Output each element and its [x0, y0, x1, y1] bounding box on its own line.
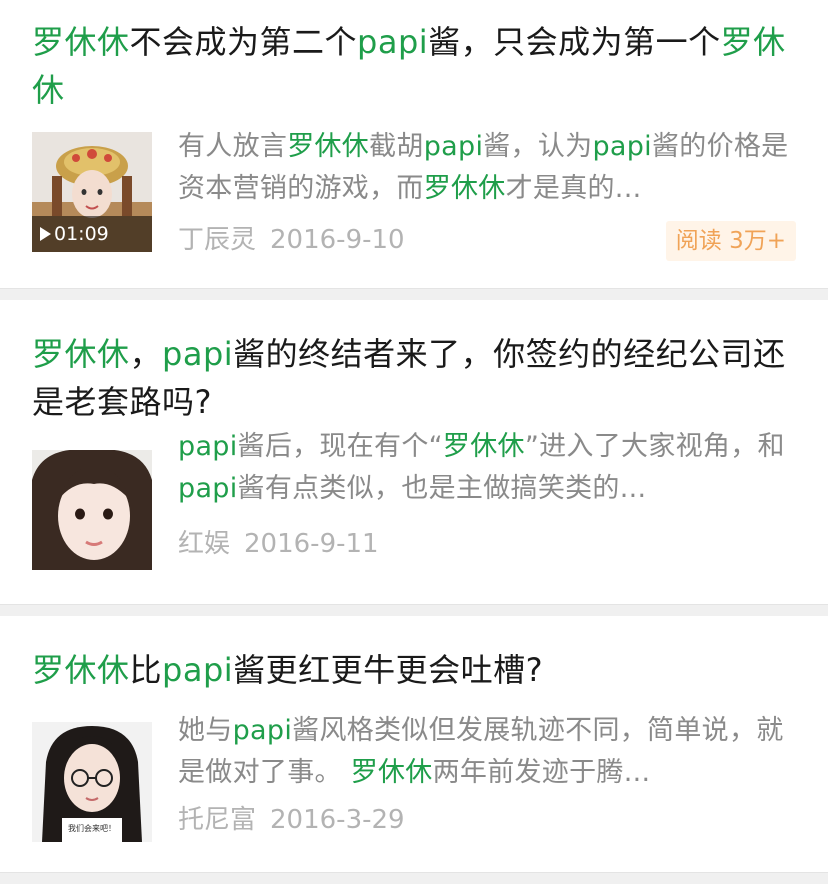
- text-segment: 比: [129, 651, 163, 689]
- article-date: 2016-9-10: [270, 225, 405, 255]
- video-duration-badge: 01:09: [32, 216, 152, 252]
- read-count-badge: 阅读 3万+: [665, 221, 796, 261]
- article-date: 2016-9-11: [244, 529, 379, 559]
- text-segment: 她与: [178, 715, 233, 746]
- text-segment: 酱有点类似，也是主做搞笑类的...: [237, 473, 647, 504]
- text-segment: ，: [129, 335, 163, 373]
- text-segment: 不会成为第二个: [129, 23, 358, 61]
- keyword-highlight: papi: [592, 131, 652, 162]
- keyword-highlight: papi: [178, 473, 238, 504]
- keyword-highlight: 罗休休: [287, 131, 370, 162]
- card-divider: [0, 604, 828, 616]
- article-date: 2016-3-29: [270, 805, 405, 835]
- article-summary: 有人放言罗休休截胡papi酱，认为papi酱的价格是资本营销的游戏，而罗休休才是…: [178, 126, 794, 210]
- article-thumbnail[interactable]: [32, 450, 152, 570]
- article-author: 托尼富: [178, 805, 257, 835]
- text-segment: 酱更红更牛更会吐槽?: [233, 651, 544, 689]
- text-segment: ”进入了大家视角，和: [524, 431, 785, 462]
- text-segment: 酱，只会成为第一个: [428, 23, 721, 61]
- article-meta: 托尼富 2016-3-29: [178, 802, 405, 838]
- article-card[interactable]: 罗休休比papi酱更红更牛更会吐槽? 我们会来吧！ 她与papi酱风格类似但发展…: [0, 616, 828, 872]
- article-title[interactable]: 罗休休不会成为第二个papi酱，只会成为第一个罗休休: [32, 18, 796, 114]
- card-divider: [0, 288, 828, 300]
- card-divider: [0, 872, 828, 884]
- text-segment: 两年前发迹于腾...: [432, 757, 651, 788]
- article-author: 红娱: [178, 529, 231, 559]
- article-meta: 丁辰灵 2016-9-10: [178, 222, 405, 258]
- thumbnail-image: 我们会来吧！: [32, 722, 152, 842]
- article-title[interactable]: 罗休休，papi酱的终结者来了，你签约的经纪公司还是老套路吗?: [32, 330, 796, 426]
- keyword-highlight: papi: [423, 131, 484, 162]
- thumbnail-image: [32, 450, 152, 570]
- play-icon: [40, 227, 51, 241]
- thumbnail-caption: 我们会来吧！: [68, 823, 116, 833]
- article-thumbnail[interactable]: 01:09: [32, 132, 152, 252]
- text-segment: 才是真的...: [505, 173, 642, 204]
- keyword-highlight: 罗休休: [350, 757, 433, 788]
- keyword-highlight: 罗休休: [423, 173, 506, 204]
- keyword-highlight: 罗休休: [32, 23, 130, 61]
- article-card[interactable]: 罗休休不会成为第二个papi酱，只会成为第一个罗休休 01:09 有人放言罗休休…: [0, 0, 828, 288]
- article-summary: papi酱后，现在有个“罗休休”进入了大家视角，和papi酱有点类似，也是主做搞…: [178, 426, 794, 510]
- article-card[interactable]: 罗休休，papi酱的终结者来了，你签约的经纪公司还是老套路吗? papi酱后，现…: [0, 300, 828, 604]
- keyword-highlight: papi: [162, 335, 234, 373]
- keyword-highlight: papi: [162, 651, 234, 689]
- article-feed: 罗休休不会成为第二个papi酱，只会成为第一个罗休休 01:09 有人放言罗休休…: [0, 0, 828, 884]
- text-segment: 酱后，现在有个“: [237, 431, 443, 462]
- article-meta: 红娱 2016-9-11: [178, 526, 379, 562]
- keyword-highlight: 罗休休: [32, 651, 130, 689]
- video-duration: 01:09: [54, 223, 109, 245]
- keyword-highlight: 罗休休: [32, 335, 130, 373]
- article-title[interactable]: 罗休休比papi酱更红更牛更会吐槽?: [32, 646, 796, 694]
- article-author: 丁辰灵: [178, 225, 257, 255]
- text-segment: 酱，认为: [483, 131, 593, 162]
- article-thumbnail[interactable]: 我们会来吧！: [32, 722, 152, 842]
- text-segment: 有人放言: [178, 131, 288, 162]
- keyword-highlight: papi: [178, 431, 238, 462]
- article-summary: 她与papi酱风格类似但发展轨迹不同，简单说，就是做对了事。 罗休休两年前发迹于…: [178, 710, 794, 794]
- text-segment: 截胡: [369, 131, 424, 162]
- keyword-highlight: papi: [357, 23, 429, 61]
- keyword-highlight: papi: [232, 715, 293, 746]
- keyword-highlight: 罗休休: [442, 431, 525, 462]
